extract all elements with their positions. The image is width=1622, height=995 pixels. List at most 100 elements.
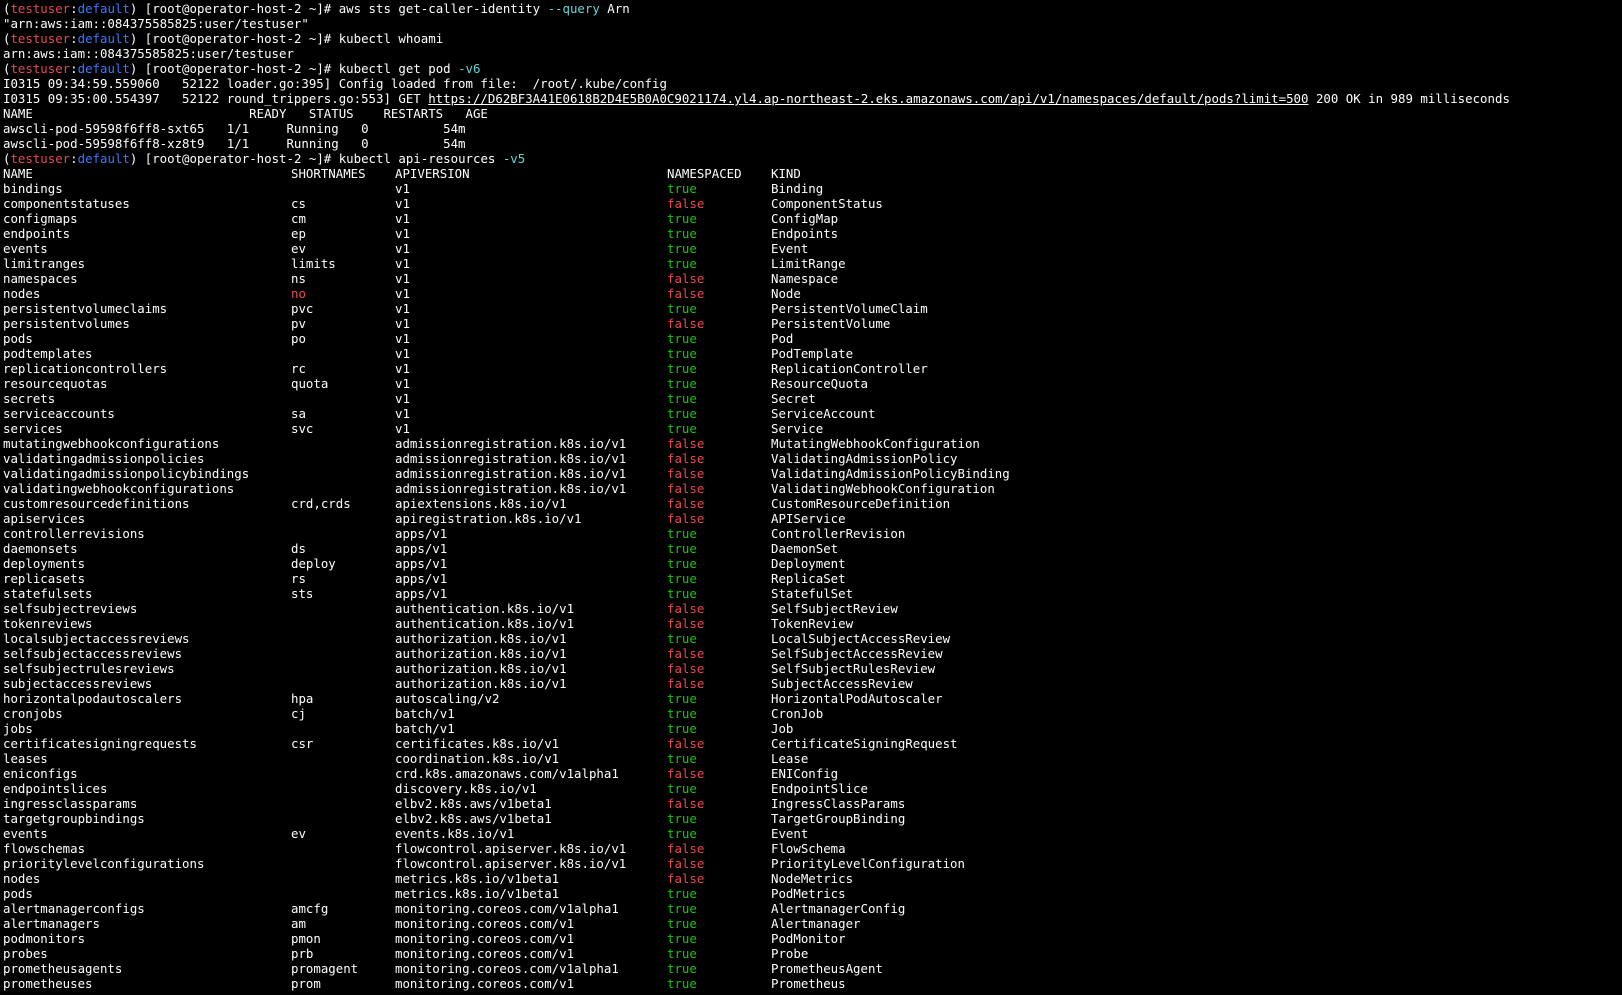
name-cell: leases [3, 751, 48, 766]
name-cell: nodes [3, 286, 41, 301]
name-cell: deployments [3, 556, 86, 571]
table-row: podtemplates v1 true PodTemplate [3, 346, 1619, 361]
kind-cell: TargetGroupBinding [771, 811, 906, 826]
table-row: horizontalpodautoscalers hpa autoscaling/v… [3, 691, 1619, 706]
apiversion-cell: admissionregistration.k8s.io/v1 [395, 436, 627, 451]
name-cell: componentstatuses [3, 196, 130, 211]
apiversion-cell: flowcontrol.apiserver.k8s.io/v1 [395, 841, 627, 856]
shortnames-cell: am [291, 916, 306, 931]
table-row: statefulsets sts apps/v1 true StatefulSet [3, 586, 1619, 601]
name-cell: services [3, 421, 63, 436]
table-row: prometheuses prom monitoring.coreos.com/v1… [3, 976, 1619, 991]
name-cell: daemonsets [3, 541, 78, 556]
namespaced-cell: true [667, 961, 697, 976]
apiversion-cell: admissionregistration.k8s.io/v1 [395, 451, 627, 466]
prompt-context: default [77, 31, 130, 46]
table-row: controllerrevisions apps/v1 true Controller… [3, 526, 1619, 541]
table-row: deployments deploy apps/v1 true Deployment [3, 556, 1619, 571]
pods-row-text: awscli-pod-59598f6ff8-sxt65 1/1 Running … [3, 121, 466, 136]
name-cell: apiservices [3, 511, 86, 526]
shortnames-cell: crd,crds [291, 496, 351, 511]
prompt-separator: : [70, 31, 78, 46]
table-row: events ev v1 true Event [3, 241, 1619, 256]
terminal-window[interactable]: (testuser:default) [root@operator-host-2… [3, 1, 1619, 993]
namespaced-cell: true [667, 916, 697, 931]
namespaced-cell: true [667, 226, 697, 241]
table-row: events ev events.k8s.io/v1 true Event [3, 826, 1619, 841]
namespaced-cell: false [667, 451, 705, 466]
kind-cell: Lease [771, 751, 809, 766]
kind-cell: Secret [771, 391, 816, 406]
name-cell: eniconfigs [3, 766, 78, 781]
table-row: namespaces ns v1 false Namespace [3, 271, 1619, 286]
name-cell: selfsubjectreviews [3, 601, 138, 616]
namespaced-cell: true [667, 586, 697, 601]
prompt-host: ) [root@operator-host-2 ~]# [129, 31, 339, 46]
namespaced-cell: true [667, 556, 697, 571]
table-row: replicationcontrollers rc v1 true Replicatio… [3, 361, 1619, 376]
pods-header-text: NAME READY STATUS RESTARTS AGE [3, 106, 488, 121]
kind-cell: PodTemplate [771, 346, 854, 361]
name-cell: selfsubjectaccessreviews [3, 646, 183, 661]
namespaced-cell: true [667, 721, 697, 736]
name-cell: certificatesigningrequests [3, 736, 197, 751]
request-url-link[interactable]: https://D62BF3A41E0618B2D4E5B0A0C9021174… [428, 91, 1308, 106]
output-text: "arn:aws:iam::084375585825:user/testuser… [3, 16, 309, 31]
name-cell: validatingwebhookconfigurations [3, 481, 235, 496]
shortnames-cell: po [291, 331, 306, 346]
kind-cell: Deployment [771, 556, 846, 571]
name-cell: alertmanagerconfigs [3, 901, 145, 916]
apiversion-cell: events.k8s.io/v1 [395, 826, 515, 841]
table-row: resourcequotas quota v1 true ResourceQuota [3, 376, 1619, 391]
namespaced-cell: false [667, 466, 705, 481]
command-output-line: arn:aws:iam::084375585825:user/testuser [3, 46, 1619, 61]
namespaced-cell: true [667, 946, 697, 961]
namespaced-cell: false [667, 511, 705, 526]
table-row: secrets v1 true Secret [3, 391, 1619, 406]
namespaced-cell: false [667, 481, 705, 496]
prompt-line: (testuser:default) [root@operator-host-2… [3, 151, 1619, 166]
command-text: kubectl get pod [338, 61, 459, 76]
shortnames-cell: ep [291, 226, 306, 241]
shortnames-cell: ns [291, 271, 306, 286]
command-output-line: "arn:aws:iam::084375585825:user/testuser… [3, 16, 1619, 31]
prompt-line: (testuser:default) [root@operator-host-2… [3, 1, 1619, 16]
command-args: Arn [599, 1, 630, 16]
namespaced-cell: false [667, 676, 705, 691]
kind-cell: LocalSubjectAccessReview [771, 631, 951, 646]
namespaced-cell: true [667, 931, 697, 946]
table-row: replicasets rs apps/v1 true ReplicaSet [3, 571, 1619, 586]
terminal-output: (testuser:default) [root@operator-host-2… [3, 1, 1619, 991]
shortnames-cell: limits [291, 256, 336, 271]
apiversion-cell: authentication.k8s.io/v1 [395, 616, 575, 631]
table-row: services svc v1 true Service [3, 421, 1619, 436]
table-row: endpointslices discovery.k8s.io/v1 true End… [3, 781, 1619, 796]
kind-cell: Alertmanager [771, 916, 861, 931]
table-row: ingressclassparams elbv2.k8s.aws/v1beta1 f… [3, 796, 1619, 811]
apiversion-cell: coordination.k8s.io/v1 [395, 751, 560, 766]
shortnames-cell: cs [291, 196, 306, 211]
command-flag: -v5 [502, 151, 526, 166]
shortnames-cell: sa [291, 406, 306, 421]
namespaced-cell: true [667, 181, 697, 196]
name-cell: localsubjectaccessreviews [3, 631, 190, 646]
apiversion-cell: apps/v1 [395, 556, 448, 571]
apiversion-cell: v1 [395, 241, 410, 256]
kind-cell: ServiceAccount [771, 406, 876, 421]
table-row: apiservices apiregistration.k8s.io/v1 fals… [3, 511, 1619, 526]
table-row: localsubjectaccessreviews authorization.k… [3, 631, 1619, 646]
table-row: certificatesigningrequests csr certificate… [3, 736, 1619, 751]
kind-cell: SelfSubjectRulesReview [771, 661, 936, 676]
apiversion-cell: v1 [395, 301, 410, 316]
apiversion-cell: monitoring.coreos.com/v1 [395, 916, 575, 931]
apiversion-cell: apps/v1 [395, 541, 448, 556]
shortnames-cell: cj [291, 706, 306, 721]
name-cell: resourcequotas [3, 376, 108, 391]
table-row: alertmanagers am monitoring.coreos.com/v1 t… [3, 916, 1619, 931]
kind-cell: SubjectAccessReview [771, 676, 913, 691]
table-row: mutatingwebhookconfigurations admissionre… [3, 436, 1619, 451]
apiversion-cell: v1 [395, 226, 410, 241]
shortnames-cell: rc [291, 361, 306, 376]
kind-cell: ControllerRevision [771, 526, 906, 541]
kind-cell: Job [771, 721, 794, 736]
